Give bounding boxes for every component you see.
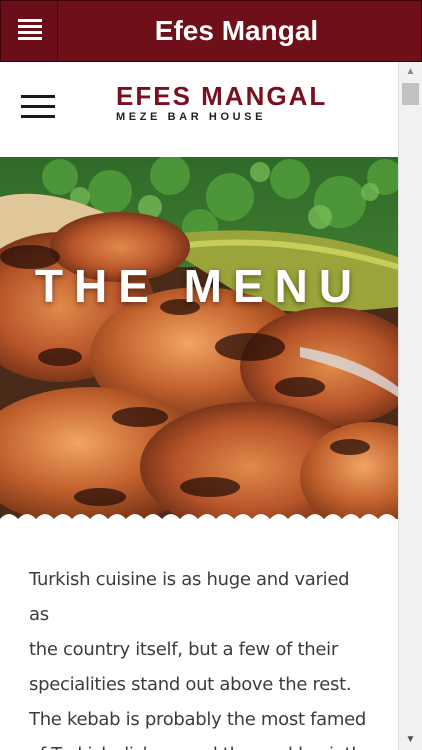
scroll-down-arrow-icon[interactable]: ▼ — [399, 730, 422, 750]
logo-sub-text: MEZE BAR HOUSE — [116, 111, 267, 123]
paragraph-line: The kebab is probably the most famed — [29, 709, 367, 730]
paragraph-line: the country itself, but a few of their — [29, 639, 338, 660]
menu-button[interactable] — [1, 1, 58, 61]
scroll-thumb[interactable] — [402, 83, 419, 105]
paragraph-line: Turkish cuisine is as huge and varied as — [29, 569, 350, 625]
scroll-up-arrow-icon[interactable]: ▲ — [399, 62, 422, 82]
hamburger-icon[interactable] — [21, 95, 55, 121]
app-title: Efes Mangal — [154, 15, 319, 46]
hero-food-image — [0, 157, 398, 527]
webview: EFES MANGAL MEZE BAR HOUSE THE MENU Turk… — [0, 62, 398, 750]
site-header: EFES MANGAL MEZE BAR HOUSE — [0, 62, 398, 157]
hero-title: THE MENU — [34, 260, 364, 312]
intro-paragraph: Turkish cuisine is as huge and varied as… — [29, 562, 374, 750]
paragraph-line: of Turkish dishes, and the ocakbasi, the — [29, 737, 374, 750]
logo-main-text: EFES MANGAL — [116, 81, 328, 111]
site-logo[interactable]: EFES MANGAL MEZE BAR HOUSE — [116, 81, 328, 127]
app-bar: Efes Mangal — [0, 0, 422, 62]
vertical-scrollbar[interactable]: ▲ ▼ — [398, 62, 422, 750]
paragraph-line: specialities stand out above the rest. — [29, 674, 352, 695]
hero-banner: THE MENU — [0, 157, 398, 527]
